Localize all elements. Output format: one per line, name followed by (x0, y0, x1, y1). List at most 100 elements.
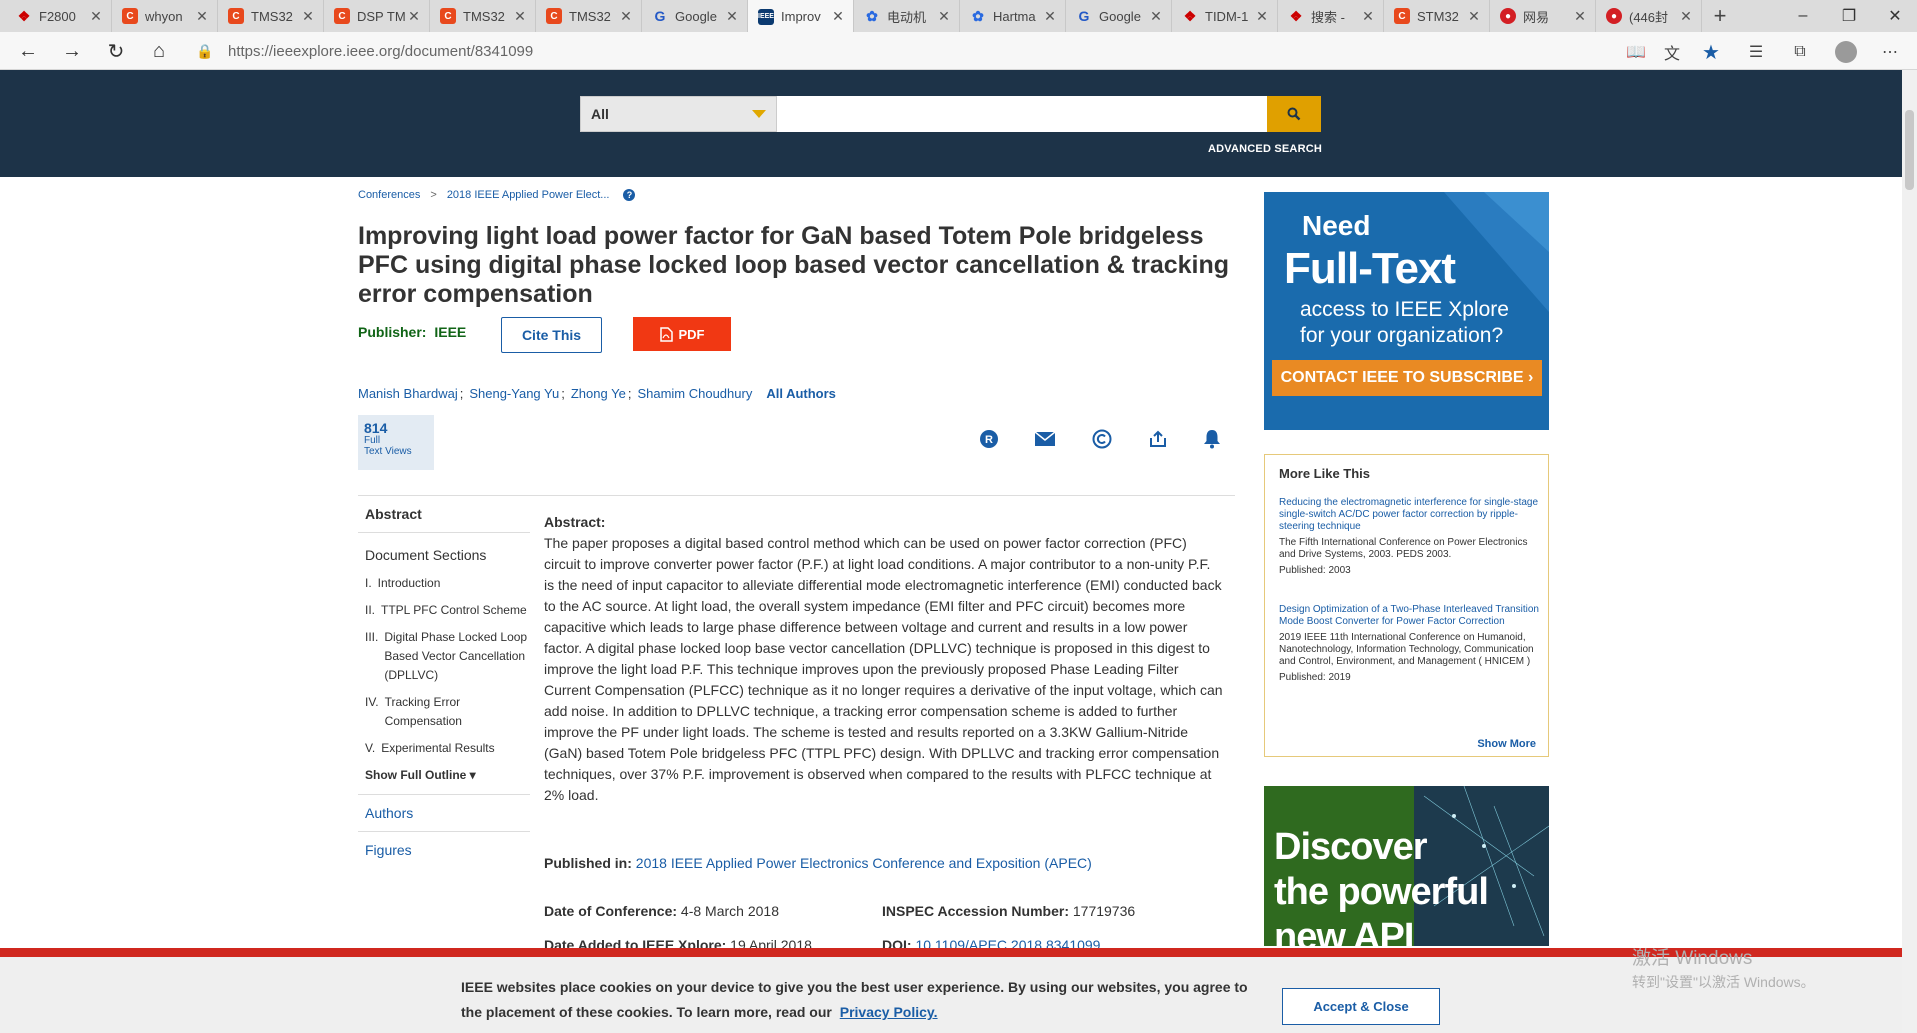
privacy-policy-link[interactable]: Privacy Policy. (840, 1004, 938, 1020)
close-tab-icon[interactable]: ✕ (619, 8, 633, 25)
favorites-list-icon[interactable]: ☰ (1742, 38, 1770, 66)
nav-section-ttpl-pfc[interactable]: II. TTPL PFC Control Scheme (358, 598, 530, 625)
share-icon[interactable] (1147, 428, 1169, 450)
nav-sections-title: Document Sections (365, 547, 487, 563)
nav-figures[interactable]: Figures (358, 832, 530, 868)
abstract-section: Abstract: The paper proposes a digital b… (544, 512, 1224, 806)
alert-bell-icon[interactable] (1201, 428, 1223, 450)
nav-section-introduction[interactable]: I. Introduction (358, 571, 530, 598)
pdf-button[interactable]: PDF (633, 317, 731, 351)
related-article-published: Published: 2019 (1279, 672, 1351, 683)
browser-tab[interactable]: G Google ✕ (1066, 0, 1172, 32)
subscribe-ad-banner[interactable]: Need Full-Text access to IEEE Xplore for… (1264, 192, 1549, 430)
author-link[interactable]: Zhong Ye (571, 386, 626, 401)
home-button[interactable]: ⌂ (143, 35, 175, 67)
help-icon[interactable]: ? (623, 189, 636, 201)
tab-label: Improv (781, 9, 821, 24)
related-article-title[interactable]: Reducing the electromagnetic interferenc… (1279, 497, 1541, 533)
browser-tab[interactable]: ❖ TIDM-1 ✕ (1172, 0, 1278, 32)
browser-tab[interactable]: C STM32 ✕ (1384, 0, 1490, 32)
email-icon[interactable] (1034, 428, 1056, 450)
forward-button[interactable]: → (56, 35, 88, 67)
translate-icon[interactable]: 文 (1658, 38, 1686, 66)
search-button[interactable] (1267, 96, 1321, 132)
close-tab-icon[interactable]: ✕ (301, 8, 315, 25)
close-tab-icon[interactable]: ✕ (1679, 8, 1693, 25)
more-menu-icon[interactable]: ⋯ (1876, 38, 1904, 66)
close-tab-icon[interactable]: ✕ (937, 8, 951, 25)
author-link[interactable]: Manish Bhardwaj (358, 386, 458, 401)
published-in-link[interactable]: 2018 IEEE Applied Power Electronics Conf… (636, 855, 1092, 871)
browser-tab[interactable]: IEEE Improv ✕ (748, 0, 854, 33)
browser-tab[interactable]: ❖ F2800 ✕ (6, 0, 112, 32)
browser-tab[interactable]: C DSP TM ✕ (324, 0, 430, 32)
nav-abstract[interactable]: Abstract (358, 496, 530, 533)
accept-close-button[interactable]: Accept & Close (1282, 988, 1440, 1025)
related-article-conference: 2019 IEEE 11th International Conference … (1279, 632, 1534, 667)
browser-tab[interactable]: ● (446封 ✕ (1596, 0, 1702, 32)
close-tab-icon[interactable]: ✕ (513, 8, 527, 25)
browser-tab[interactable]: ❖ 搜索 - ✕ (1278, 0, 1384, 32)
cite-this-button[interactable]: Cite This (501, 317, 602, 353)
search-scope-dropdown[interactable]: All (580, 96, 777, 132)
search-input[interactable] (777, 96, 1267, 132)
close-tab-icon[interactable]: ✕ (1043, 8, 1057, 25)
all-authors-link[interactable]: All Authors (766, 386, 836, 401)
page-scrollbar[interactable] (1902, 70, 1917, 1033)
collections-icon[interactable]: ⧉ (1786, 38, 1814, 66)
browser-tab[interactable]: ● 网易 ✕ (1490, 0, 1596, 32)
reader-view-icon[interactable]: 📖 (1622, 38, 1650, 66)
new-tab-button[interactable]: + (1700, 0, 1740, 32)
close-tab-icon[interactable]: ✕ (89, 8, 103, 25)
related-article-title[interactable]: Design Optimization of a Two-Phase Inter… (1279, 604, 1541, 628)
restore-button[interactable]: ❐ (1826, 0, 1872, 32)
pdf-file-icon (659, 326, 673, 342)
favorite-star-icon[interactable]: ★ (1697, 38, 1725, 66)
author-link[interactable]: Shamim Choudhury (637, 386, 752, 401)
back-button[interactable]: ← (12, 35, 44, 67)
browser-tab[interactable]: C TMS32 ✕ (430, 0, 536, 32)
author-link[interactable]: Sheng-Yang Yu (469, 386, 559, 401)
show-more-link[interactable]: Show More (1477, 738, 1536, 750)
close-tab-icon[interactable]: ✕ (1467, 8, 1481, 25)
browser-tab[interactable]: ✿ Hartma ✕ (960, 0, 1066, 32)
minimize-button[interactable]: – (1780, 0, 1826, 32)
url-field[interactable]: 🔒 https://ieeexplore.ieee.org/document/8… (196, 36, 1786, 66)
close-tab-icon[interactable]: ✕ (1361, 8, 1375, 25)
browser-tab[interactable]: C TMS32 ✕ (536, 0, 642, 32)
contact-ieee-subscribe-button[interactable]: CONTACT IEEE TO SUBSCRIBE › (1272, 360, 1542, 396)
close-tab-icon[interactable]: ✕ (1255, 8, 1269, 25)
nav-authors[interactable]: Authors (358, 795, 530, 832)
advanced-search-link[interactable]: ADVANCED SEARCH (1160, 143, 1322, 155)
authors-line: Manish Bhardwaj ; Sheng-Yang Yu ; Zhong … (358, 386, 836, 401)
breadcrumb-conferences[interactable]: Conferences (358, 189, 420, 201)
tab-label: F2800 (39, 8, 76, 24)
nav-section-dpllvc[interactable]: III. Digital Phase Locked Loop Based Vec… (358, 625, 530, 690)
refresh-button[interactable]: ↻ (100, 35, 132, 67)
show-full-outline-link[interactable]: Show Full Outline ▾ (358, 763, 530, 795)
nav-section-tracking-error[interactable]: IV. Tracking Error Compensation (358, 690, 530, 736)
close-tab-icon[interactable]: ✕ (725, 8, 739, 25)
netease-icon: ● (1606, 8, 1622, 24)
tab-label: TIDM-1 (1205, 8, 1249, 24)
browser-tab[interactable]: ✿ 电动机 ✕ (854, 0, 960, 32)
rights-permissions-icon[interactable]: R (978, 428, 1000, 450)
profile-avatar[interactable] (1832, 38, 1860, 66)
close-tab-icon[interactable]: ✕ (831, 8, 845, 25)
nav-section-experimental[interactable]: V. Experimental Results (358, 736, 530, 763)
close-tab-icon[interactable]: ✕ (1573, 8, 1587, 25)
copyright-icon[interactable] (1091, 428, 1113, 450)
close-window-button[interactable]: ✕ (1872, 0, 1917, 32)
browser-tab[interactable]: C TMS32 ✕ (218, 0, 324, 32)
browser-tab[interactable]: G Google ✕ (642, 0, 748, 32)
scrollbar-thumb[interactable] (1905, 110, 1914, 190)
breadcrumb-separator: > (430, 189, 437, 201)
close-tab-icon[interactable]: ✕ (195, 8, 209, 25)
api-ad-banner[interactable]: Discover the powerful new API (1264, 786, 1549, 946)
close-tab-icon[interactable]: ✕ (407, 8, 421, 25)
close-tab-icon[interactable]: ✕ (1149, 8, 1163, 25)
tab-label: Google (1099, 8, 1141, 24)
tab-label: (446封 (1629, 9, 1669, 25)
breadcrumb-conference-name[interactable]: 2018 IEEE Applied Power Elect... (447, 189, 610, 201)
browser-tab[interactable]: Cwhyon ✕ (112, 0, 218, 32)
